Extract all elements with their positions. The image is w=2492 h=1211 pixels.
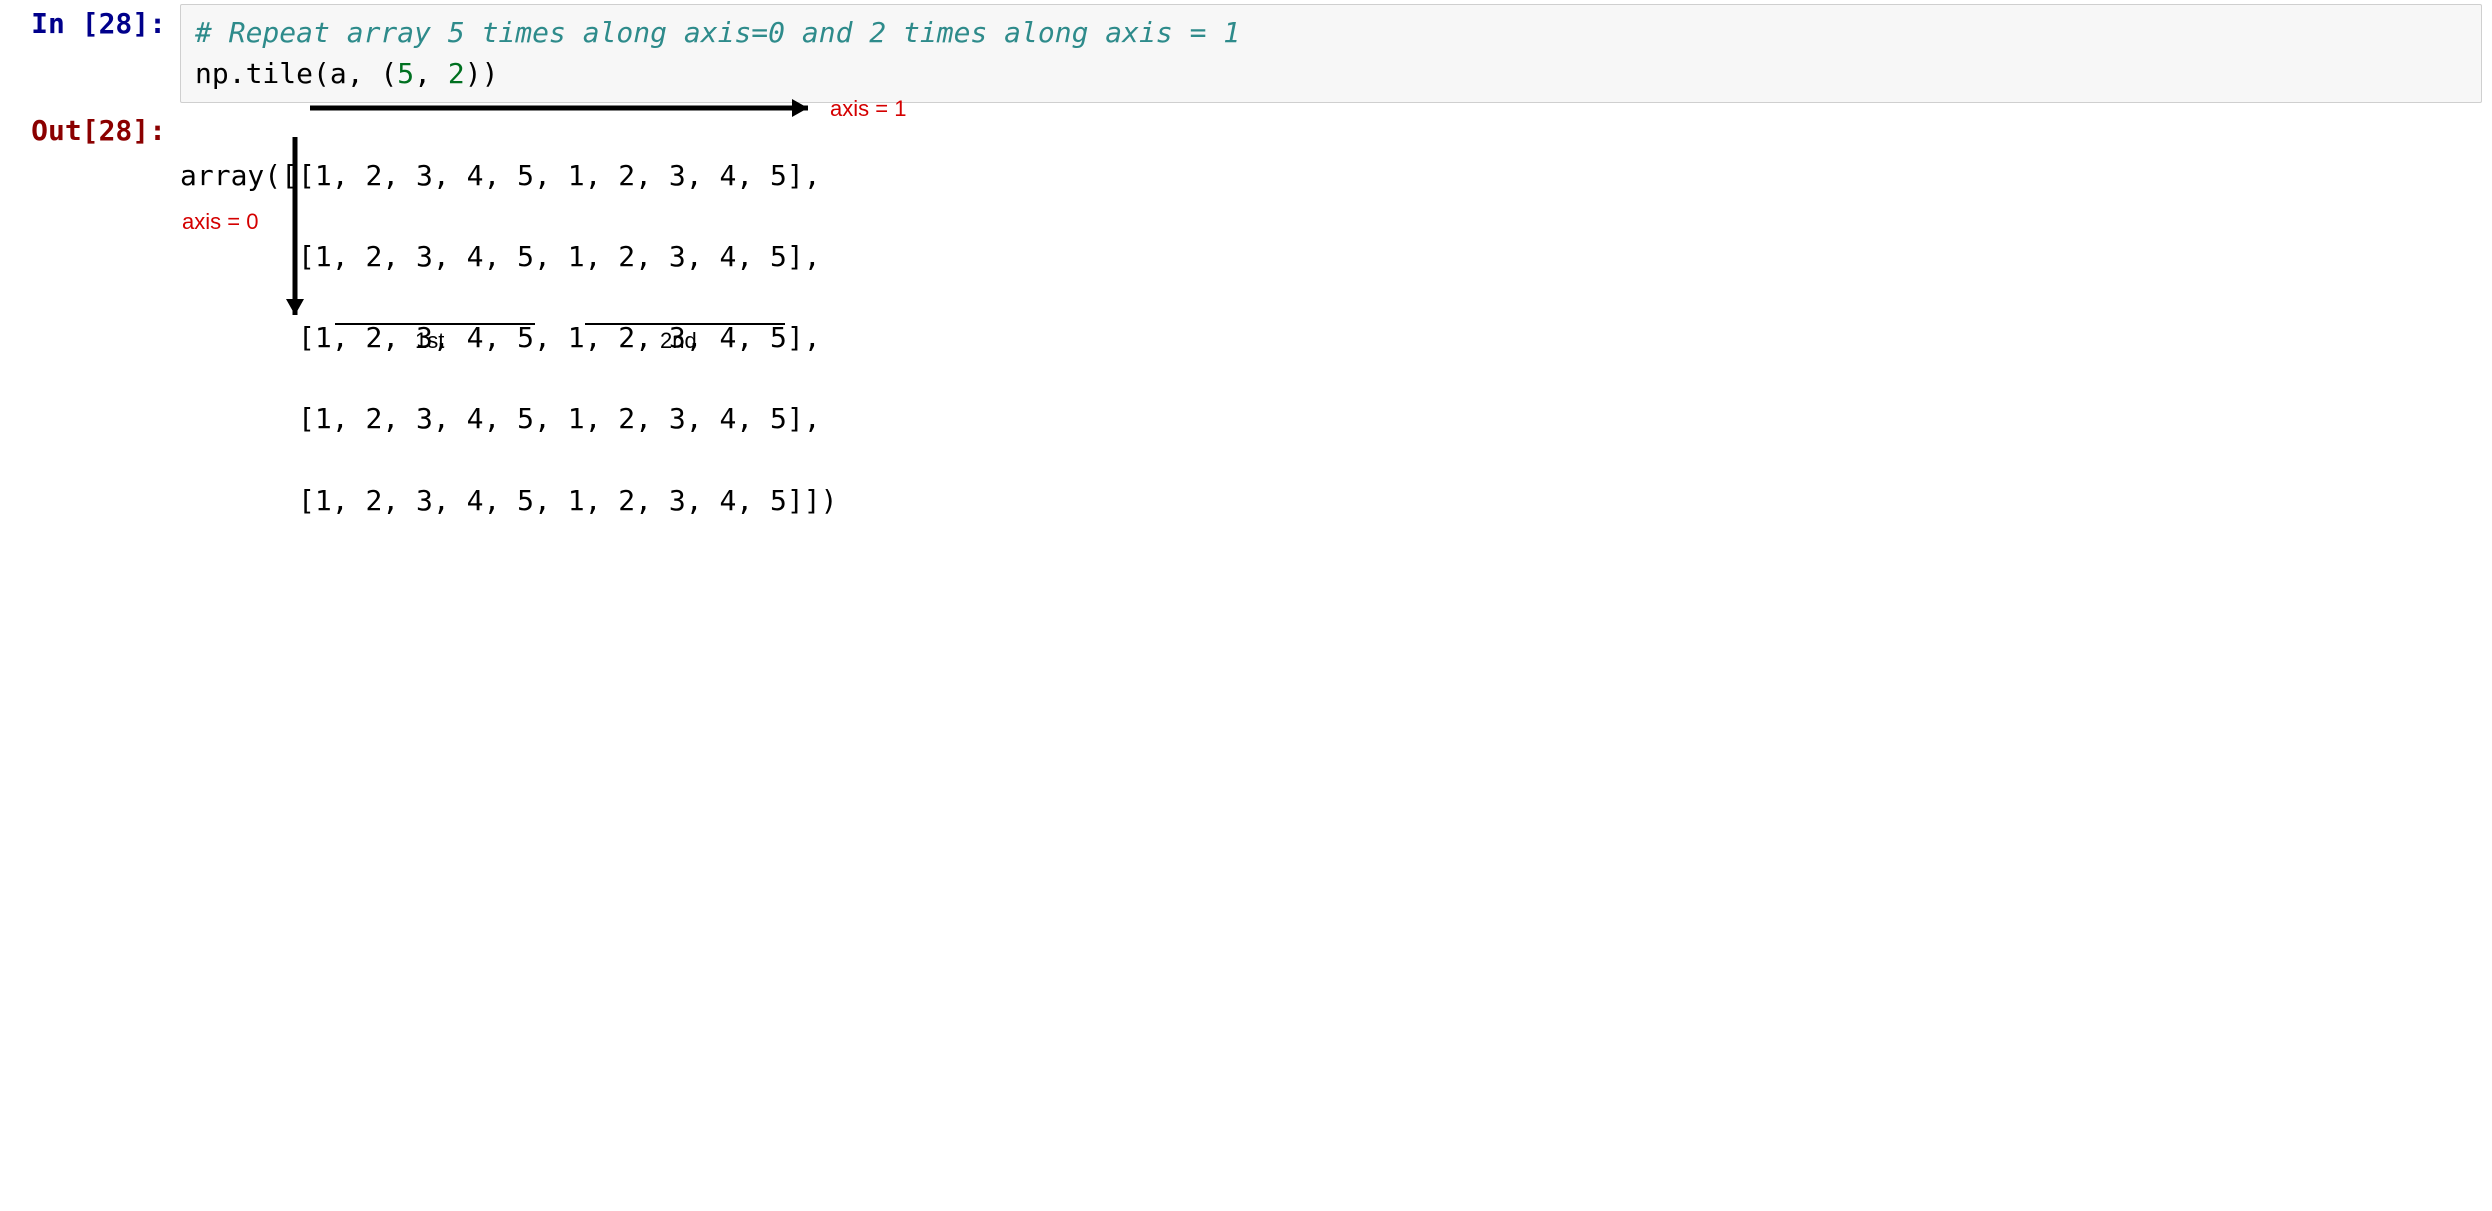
- label-axis0: axis = 0: [182, 206, 258, 238]
- out-row-1-data: [1, 2, 3, 4, 5, 1, 2, 3, 4, 5],: [298, 240, 821, 273]
- in-prompt: In [28]:: [10, 4, 180, 45]
- out-prompt-close: ]:: [132, 114, 166, 147]
- code-num-2: 2: [448, 57, 465, 90]
- input-cell: In [28]: # Repeat array 5 times along ax…: [0, 0, 2492, 103]
- out-prompt-open: [: [82, 114, 99, 147]
- out-row-2-data: [1, 2, 3, 4, 5, 1, 2, 3, 4, 5],: [298, 321, 821, 354]
- out-row-0: array([[1, 2, 3, 4, 5, 1, 2, 3, 4, 5],: [180, 156, 2482, 197]
- code-output: array([[1, 2, 3, 4, 5, 1, 2, 3, 4, 5], […: [180, 111, 2482, 1211]
- arrow-axis1-icon: [310, 93, 820, 123]
- out-prompt-kw: Out: [31, 114, 82, 147]
- out-row-4: [1, 2, 3, 4, 5, 1, 2, 3, 4, 5]]): [180, 481, 2482, 522]
- arrow-axis0-icon: [280, 137, 310, 327]
- out-prompt-num: 28: [99, 114, 133, 147]
- out-row-1: [1, 2, 3, 4, 5, 1, 2, 3, 4, 5],: [180, 237, 2482, 278]
- out-row-4-data: [1, 2, 3, 4, 5, 1, 2, 3, 4, 5]]): [298, 484, 837, 517]
- code-call-a: np.tile(a, (: [195, 57, 397, 90]
- out-row-3: [1, 2, 3, 4, 5, 1, 2, 3, 4, 5],: [180, 399, 2482, 440]
- in-prompt-open: [: [65, 7, 99, 40]
- in-prompt-kw: In: [31, 7, 65, 40]
- code-call-c: )): [465, 57, 499, 90]
- code-comment: # Repeat array 5 times along axis=0 and …: [195, 16, 1240, 49]
- code-input[interactable]: # Repeat array 5 times along axis=0 and …: [180, 4, 2482, 103]
- out-prompt: Out[28]:: [10, 111, 180, 152]
- out-row-3-data: [1, 2, 3, 4, 5, 1, 2, 3, 4, 5],: [298, 402, 821, 435]
- code-sep: ,: [414, 57, 448, 90]
- label-first: 1st: [415, 325, 444, 357]
- code-num-1: 5: [397, 57, 414, 90]
- label-second: 2nd: [660, 325, 697, 357]
- in-prompt-num: 28: [99, 7, 133, 40]
- out-row-0-data: [1, 2, 3, 4, 5, 1, 2, 3, 4, 5],: [298, 159, 821, 192]
- label-axis1: axis = 1: [830, 93, 906, 125]
- in-prompt-close: ]:: [132, 7, 166, 40]
- output-cell: Out[28]: array([[1, 2, 3, 4, 5, 1, 2, 3,…: [0, 103, 2492, 1211]
